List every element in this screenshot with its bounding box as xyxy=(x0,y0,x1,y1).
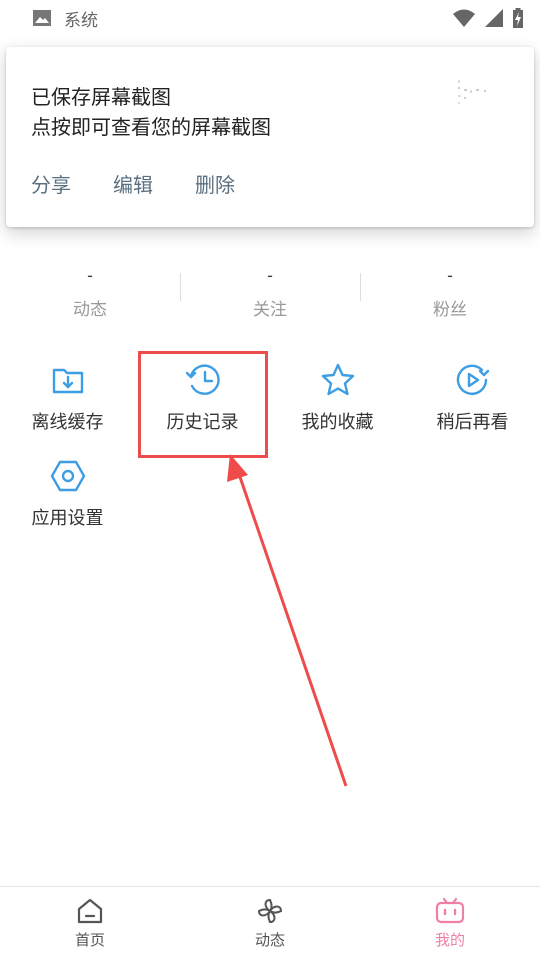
tv-icon xyxy=(435,897,465,924)
status-app-label: 系统 xyxy=(64,10,98,31)
nav-label: 我的 xyxy=(434,931,465,949)
folder-download-icon xyxy=(52,368,83,394)
stat-value: - xyxy=(87,266,93,285)
screen: 系统 已保存屏幕截图 点按即可查看您的屏幕截图 分享 编辑 删除 - 动态 - … xyxy=(0,0,540,960)
menu-label: 应用设置 xyxy=(31,508,104,529)
share-button[interactable]: 分享 xyxy=(31,169,71,198)
stat-label: 动态 xyxy=(73,300,107,320)
notification-text: 点按即可查看您的屏幕截图 xyxy=(31,115,271,139)
stats-row: - 动态 - 关注 - 粉丝 xyxy=(0,265,540,320)
stat-value: - xyxy=(267,266,273,285)
home-icon xyxy=(77,898,103,924)
nav-home[interactable]: 首页 xyxy=(0,897,180,950)
delete-button[interactable]: 删除 xyxy=(195,169,235,198)
status-left: 系统 xyxy=(32,6,98,31)
bottom-nav: 首页 动态 我的 xyxy=(0,886,540,960)
nav-label: 首页 xyxy=(74,931,105,949)
status-right xyxy=(452,8,524,28)
play-later-icon xyxy=(456,364,489,395)
menu-favorites[interactable]: 我的收藏 xyxy=(270,362,405,434)
nav-dynamics[interactable]: 动态 xyxy=(180,897,360,950)
battery-icon xyxy=(513,8,523,28)
stat-dynamics[interactable]: - 动态 xyxy=(0,265,180,320)
signal-icon xyxy=(485,9,503,27)
pinwheel-icon xyxy=(257,898,283,924)
screenshot-thumbnail[interactable] xyxy=(456,77,510,107)
menu-label: 离线缓存 xyxy=(31,412,104,433)
wifi-icon xyxy=(453,9,475,27)
menu-app-settings[interactable]: 应用设置 xyxy=(0,458,135,530)
star-icon xyxy=(321,363,354,396)
stat-following[interactable]: - 关注 xyxy=(180,265,360,320)
status-bar: 系统 xyxy=(0,0,540,36)
settings-hexagon-icon xyxy=(50,460,85,492)
screenshot-notification[interactable]: 已保存屏幕截图 点按即可查看您的屏幕截图 分享 编辑 删除 xyxy=(6,47,534,227)
notification-actions: 分享 编辑 删除 xyxy=(31,169,235,198)
menu-offline-cache[interactable]: 离线缓存 xyxy=(0,362,135,434)
notification-title: 已保存屏幕截图 xyxy=(31,85,171,109)
stat-followers[interactable]: - 粉丝 xyxy=(360,265,540,320)
menu-label: 我的收藏 xyxy=(301,412,374,433)
nav-mine[interactable]: 我的 xyxy=(360,897,540,950)
nav-label: 动态 xyxy=(254,931,285,949)
menu-watch-later[interactable]: 稍后再看 xyxy=(405,362,540,434)
stat-label: 粉丝 xyxy=(433,300,467,320)
edit-button[interactable]: 编辑 xyxy=(113,169,153,198)
menu-label: 稍后再看 xyxy=(436,412,509,433)
image-icon xyxy=(33,10,51,26)
highlight-box xyxy=(138,351,268,458)
stat-value: - xyxy=(447,266,453,285)
stat-label: 关注 xyxy=(253,300,287,320)
